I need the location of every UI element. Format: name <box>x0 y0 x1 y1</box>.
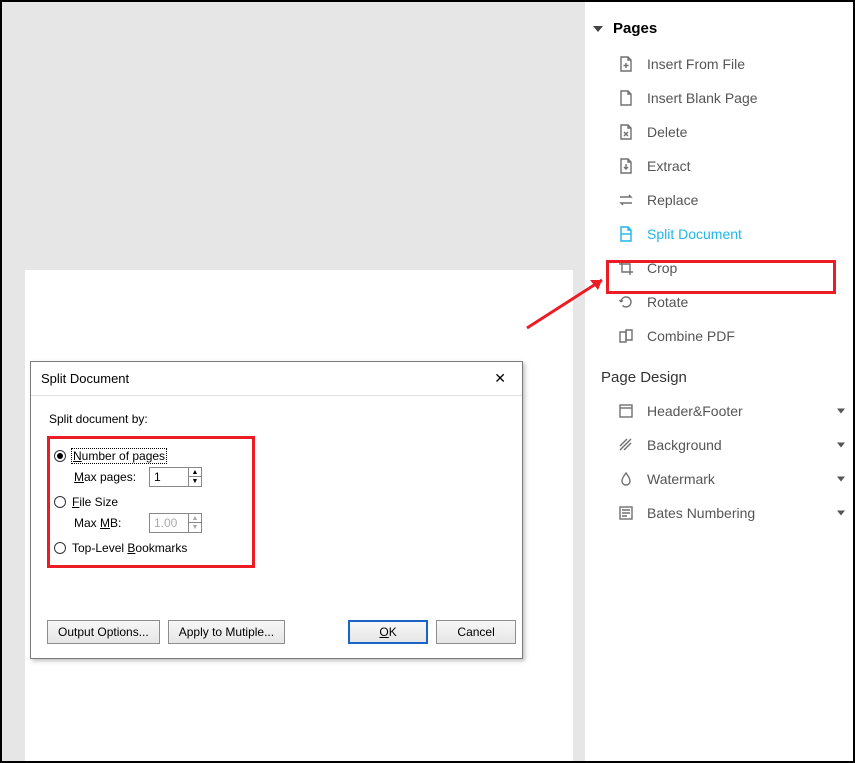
crop-icon <box>617 259 635 277</box>
radio-icon <box>54 496 66 508</box>
pages-menu: Insert From File Insert Blank Page Delet… <box>585 47 855 353</box>
collapse-icon <box>593 26 603 32</box>
apply-to-multiple-button[interactable]: Apply to Mutiple... <box>168 620 285 644</box>
split-icon <box>617 225 635 243</box>
menu-label: Extract <box>647 158 691 174</box>
chevron-down-icon <box>837 443 845 448</box>
option-label: File Size <box>72 495 118 509</box>
menu-label: Insert From File <box>647 56 745 72</box>
option-label: Number of pages <box>72 449 166 463</box>
spinner-up-icon[interactable]: ▲ <box>189 468 201 477</box>
chevron-down-icon <box>837 477 845 482</box>
split-document-dialog: Split Document ✕ Split document by: Numb… <box>30 361 523 659</box>
menu-replace[interactable]: Replace <box>585 183 855 217</box>
page-icon <box>617 89 635 107</box>
menu-split-document[interactable]: Split Document <box>585 217 855 251</box>
menu-watermark[interactable]: Watermark <box>585 462 855 496</box>
dialog-titlebar: Split Document ✕ <box>31 362 522 396</box>
section-title: Pages <box>613 20 657 37</box>
menu-bates-numbering[interactable]: Bates Numbering <box>585 496 855 530</box>
spinner-down-icon: ▼ <box>189 523 201 532</box>
menu-label: Header&Footer <box>647 403 743 419</box>
menu-background[interactable]: Background <box>585 428 855 462</box>
menu-label: Watermark <box>647 471 715 487</box>
menu-insert-blank-page[interactable]: Insert Blank Page <box>585 81 855 115</box>
radio-icon <box>54 542 66 554</box>
menu-label: Delete <box>647 124 687 140</box>
section-header-pages[interactable]: Pages <box>585 16 855 47</box>
menu-rotate[interactable]: Rotate <box>585 285 855 319</box>
option-file-size[interactable]: File Size <box>54 495 244 509</box>
options-highlight-box: Number of pages Max pages: 1 ▲▼ File Siz… <box>47 436 255 568</box>
menu-delete[interactable]: Delete <box>585 115 855 149</box>
dialog-body: Split document by: Number of pages Max p… <box>31 396 522 578</box>
app-frame: Pages Insert From File Insert Blank Page… <box>0 0 855 763</box>
page-plus-icon <box>617 55 635 73</box>
right-sidebar: Pages Insert From File Insert Blank Page… <box>585 2 855 761</box>
dialog-button-row: Output Options... Apply to Mutiple... OK… <box>47 620 516 644</box>
spinner-up-icon: ▲ <box>189 514 201 523</box>
option-number-of-pages[interactable]: Number of pages <box>54 449 244 463</box>
menu-label: Split Document <box>647 226 742 242</box>
max-mb-label: Max MB: <box>74 516 149 530</box>
max-pages-label: Max pages: <box>74 470 149 484</box>
max-mb-row: Max MB: 1.00 ▲▼ <box>74 513 244 533</box>
menu-label: Insert Blank Page <box>647 90 758 106</box>
bates-icon <box>617 504 635 522</box>
max-pages-value: 1 <box>150 470 188 484</box>
menu-label: Combine PDF <box>647 328 735 344</box>
output-options-button[interactable]: Output Options... <box>47 620 160 644</box>
menu-label: Bates Numbering <box>647 505 755 521</box>
menu-label: Rotate <box>647 294 688 310</box>
section-header-page-design[interactable]: Page Design <box>585 353 855 394</box>
rotate-icon <box>617 293 635 311</box>
combine-icon <box>617 327 635 345</box>
max-mb-spinner: 1.00 ▲▼ <box>149 513 202 533</box>
max-pages-row: Max pages: 1 ▲▼ <box>74 467 244 487</box>
menu-insert-from-file[interactable]: Insert From File <box>585 47 855 81</box>
max-mb-value: 1.00 <box>150 516 188 530</box>
menu-crop[interactable]: Crop <box>585 251 855 285</box>
max-pages-spinner[interactable]: 1 ▲▼ <box>149 467 202 487</box>
option-top-level-bookmarks[interactable]: Top-Level Bookmarks <box>54 541 244 555</box>
menu-label: Background <box>647 437 722 453</box>
menu-label: Crop <box>647 260 677 276</box>
spinner-down-icon[interactable]: ▼ <box>189 477 201 486</box>
cancel-button[interactable]: Cancel <box>436 620 516 644</box>
page-delete-icon <box>617 123 635 141</box>
header-footer-icon <box>617 402 635 420</box>
chevron-down-icon <box>837 409 845 414</box>
dialog-title: Split Document <box>41 371 129 386</box>
menu-combine-pdf[interactable]: Combine PDF <box>585 319 855 353</box>
menu-extract[interactable]: Extract <box>585 149 855 183</box>
background-icon <box>617 436 635 454</box>
option-label: Top-Level Bookmarks <box>72 541 187 555</box>
replace-icon <box>617 191 635 209</box>
menu-label: Replace <box>647 192 698 208</box>
chevron-down-icon <box>837 511 845 516</box>
close-button[interactable]: ✕ <box>488 368 512 389</box>
split-by-label: Split document by: <box>49 412 506 426</box>
page-extract-icon <box>617 157 635 175</box>
watermark-icon <box>617 470 635 488</box>
menu-header-footer[interactable]: Header&Footer <box>585 394 855 428</box>
page-design-menu: Header&Footer Background Watermark Bates… <box>585 394 855 530</box>
radio-icon <box>54 450 66 462</box>
ok-button[interactable]: OK <box>348 620 428 644</box>
